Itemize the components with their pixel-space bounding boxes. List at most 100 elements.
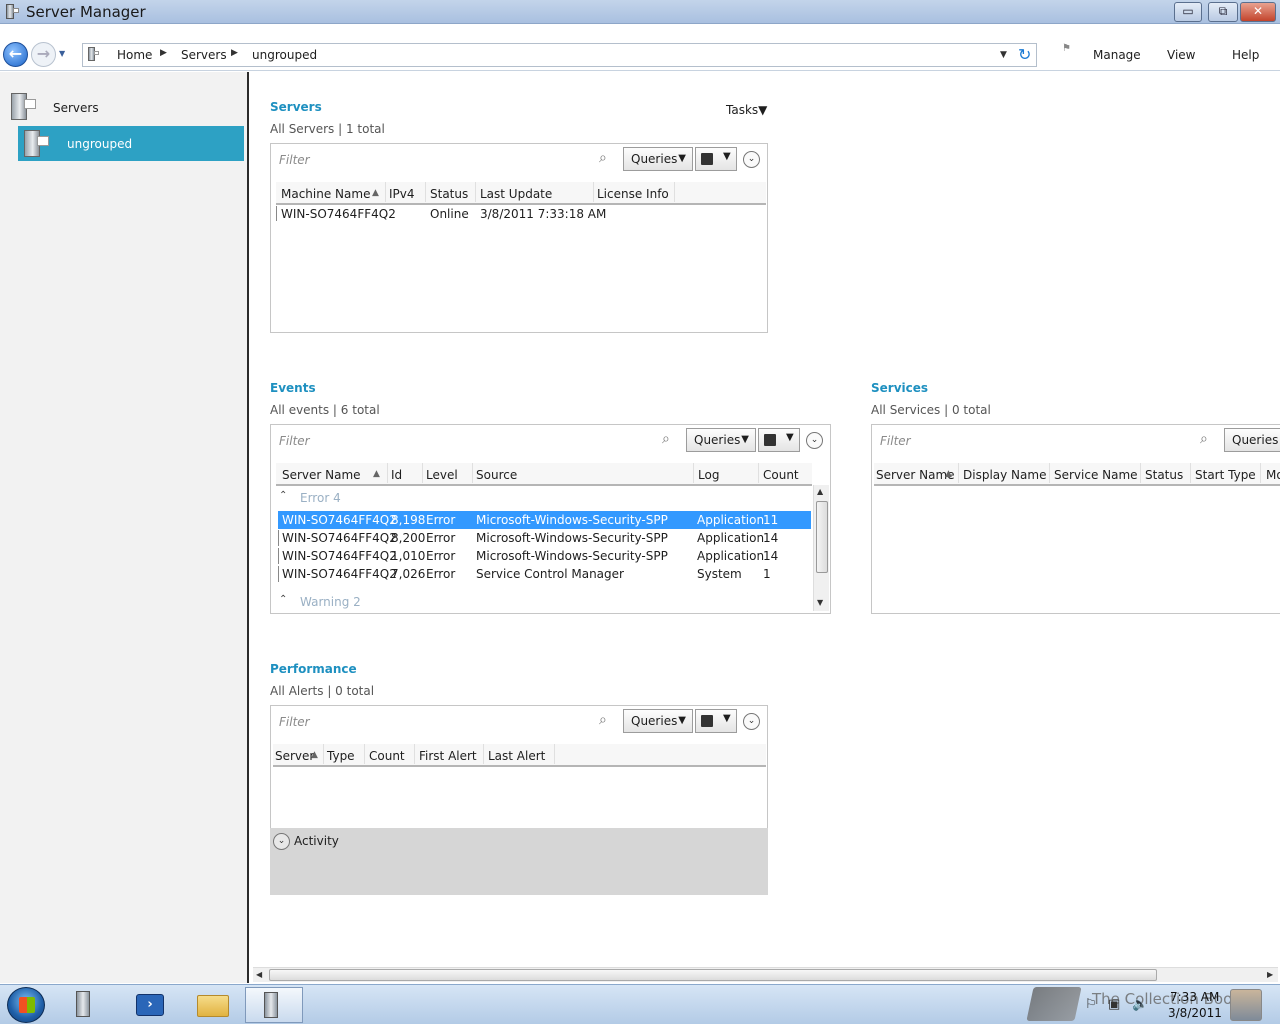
column-license-info[interactable]: License Info [597, 187, 669, 201]
column-machine-name[interactable]: Machine Name [281, 187, 370, 201]
events-scrollbar[interactable]: ▲ ▼ [813, 485, 829, 611]
server-manager-icon [88, 47, 100, 63]
powershell-icon: › [136, 994, 164, 1016]
column-service-name[interactable]: Service Name [1054, 468, 1138, 482]
search-icon: ⌕ [599, 712, 607, 728]
column-first-alert[interactable]: First Alert [419, 749, 477, 763]
table-row[interactable]: WIN-SO7464FF4Q2 8,200 Error Microsoft-Wi… [278, 529, 811, 547]
sidebar-item-servers[interactable]: Servers [6, 90, 244, 124]
menu-view[interactable]: View [1167, 48, 1195, 62]
services-queries-button[interactable]: Queries [1224, 428, 1280, 452]
cell-source: Microsoft-Windows-Security-SPP [476, 513, 668, 527]
events-filter-input[interactable]: Filter [279, 434, 649, 448]
collapse-icon[interactable]: ⌃ [279, 490, 287, 501]
taskbar: › The Collection Book ⚐ ▣ 🔈 7:33 AM 3/8/… [0, 984, 1280, 1024]
group-warning[interactable]: ⌃ Warning 2 [276, 593, 806, 611]
tasks-button[interactable]: Tasks▼ [726, 103, 767, 117]
scroll-right-icon[interactable]: ▶ [1267, 970, 1273, 979]
scroll-up-icon[interactable]: ▲ [817, 487, 823, 496]
expand-icon[interactable]: ⌄ [743, 151, 760, 168]
servers-icon [8, 91, 36, 121]
column-count[interactable]: Count [763, 468, 799, 482]
performance-queries-button[interactable]: Queries ▼ [623, 709, 693, 733]
column-count[interactable]: Count [369, 749, 405, 763]
server-manager-icon [76, 991, 90, 1017]
volume-icon[interactable]: 🔈 [1132, 997, 1148, 1012]
activity-pane[interactable]: ⌄ Activity [270, 828, 768, 895]
column-log[interactable]: Log [698, 468, 719, 482]
column-status[interactable]: Status [430, 187, 468, 201]
scroll-down-icon[interactable]: ▼ [817, 598, 823, 607]
start-button[interactable] [7, 987, 45, 1023]
menu-manage[interactable]: Manage [1093, 48, 1141, 62]
events-save-button[interactable]: ▼ [758, 428, 800, 452]
column-mo[interactable]: Mo [1266, 468, 1280, 482]
taskbar-server-manager-active[interactable] [245, 987, 303, 1023]
clock-time[interactable]: 7:33 AM [1170, 990, 1219, 1004]
performance-save-button[interactable]: ▼ [695, 709, 737, 733]
column-status[interactable]: Status [1145, 468, 1183, 482]
history-dropdown-icon[interactable]: ▼ [59, 49, 65, 58]
table-row[interactable]: WIN-SO7464FF4Q2 8,198 Error Microsoft-Wi… [278, 511, 811, 529]
column-server-name[interactable]: Server Name [282, 468, 361, 482]
taskbar-server-manager[interactable] [60, 987, 118, 1023]
column-start-type[interactable]: Start Type [1195, 468, 1256, 482]
servers-filter-input[interactable]: Filter [279, 153, 589, 167]
group-label: Warning 2 [300, 595, 361, 609]
network-icon[interactable]: ▣ [1108, 997, 1120, 1012]
taskbar-powershell[interactable]: › [121, 987, 179, 1023]
services-filter-input[interactable]: Filter [880, 434, 1180, 448]
header-divider [874, 484, 1280, 486]
column-server-name[interactable]: Server Name [876, 468, 955, 482]
performance-filter-input[interactable]: Filter [279, 715, 589, 729]
column-divider [483, 744, 484, 764]
column-display-name[interactable]: Display Name [963, 468, 1046, 482]
action-center-flag-icon[interactable]: ⚐ [1085, 997, 1097, 1012]
address-dropdown-icon[interactable]: ▼ [1000, 50, 1007, 60]
refresh-icon[interactable]: ↻ [1018, 45, 1031, 64]
minimize-button[interactable]: ▭ [1174, 2, 1202, 22]
cell-level: Error [426, 513, 456, 527]
column-type[interactable]: Type [327, 749, 355, 763]
scroll-left-icon[interactable]: ◀ [256, 970, 262, 979]
breadcrumb-ungrouped[interactable]: ungrouped [252, 48, 317, 62]
clock-date[interactable]: 3/8/2011 [1168, 1006, 1222, 1020]
expand-icon[interactable]: ⌄ [743, 713, 760, 730]
taskbar-explorer[interactable] [183, 987, 241, 1023]
cell-log: Application [697, 549, 765, 563]
column-last-alert[interactable]: Last Alert [488, 749, 545, 763]
table-row[interactable]: WIN-SO7464FF4Q2 Online 3/8/2011 7:33:18 … [276, 205, 766, 223]
breadcrumb-servers[interactable]: Servers [181, 48, 227, 62]
scroll-thumb[interactable] [269, 969, 1157, 981]
row-marker [276, 206, 277, 221]
sidebar-item-ungrouped[interactable]: ungrouped [18, 126, 244, 161]
sort-ascending-icon: ▲ [373, 469, 380, 479]
column-source[interactable]: Source [476, 468, 517, 482]
column-server[interactable]: Server [275, 749, 314, 763]
address-bar[interactable]: Home ▶ Servers ▶ ungrouped ▼ ↻ [82, 43, 1037, 67]
expand-icon[interactable]: ⌄ [273, 833, 290, 850]
main-horizontal-scrollbar[interactable]: ◀ ▶ [253, 967, 1278, 982]
group-error[interactable]: ⌃ Error 4 [276, 489, 806, 507]
menu-help[interactable]: Help [1232, 48, 1259, 62]
expand-icon[interactable]: ⌄ [806, 432, 823, 449]
forward-button[interactable]: → [31, 42, 56, 67]
restore-button[interactable]: ⧉ [1208, 2, 1238, 22]
column-id[interactable]: Id [391, 468, 402, 482]
notification-flag-icon[interactable]: ⚑ [1062, 43, 1071, 54]
column-level[interactable]: Level [426, 468, 458, 482]
servers-queries-button[interactable]: Queries ▼ [623, 147, 693, 171]
column-last-update[interactable]: Last Update [480, 187, 552, 201]
close-button[interactable]: ✕ [1240, 2, 1276, 22]
events-queries-button[interactable]: Queries ▼ [686, 428, 756, 452]
table-row[interactable]: WIN-SO7464FF4Q2 7,026 Error Service Cont… [278, 565, 811, 583]
table-row[interactable]: WIN-SO7464FF4Q2 1,010 Error Microsoft-Wi… [278, 547, 811, 565]
scroll-thumb[interactable] [816, 501, 828, 573]
servers-save-button[interactable]: ▼ [695, 147, 737, 171]
column-ipv4[interactable]: IPv4 [389, 187, 415, 201]
collapse-icon[interactable]: ⌃ [279, 594, 287, 605]
cell-source: Microsoft-Windows-Security-SPP [476, 531, 668, 545]
breadcrumb-home[interactable]: Home [117, 48, 152, 62]
chevron-down-icon: ▼ [741, 434, 749, 445]
back-button[interactable]: ← [3, 42, 28, 67]
